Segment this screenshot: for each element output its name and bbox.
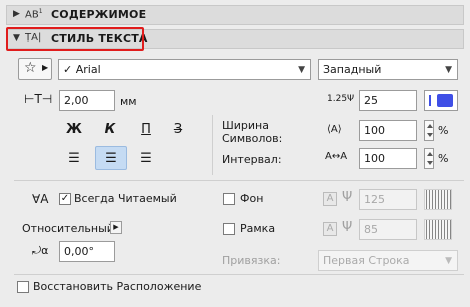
text-size-icon: ⊢T⊣ <box>24 92 53 106</box>
width-unit: % <box>438 124 449 137</box>
text-size-input[interactable]: 2,00 <box>59 90 115 111</box>
highlight-frame <box>6 27 144 51</box>
readable-icon: ∀A <box>32 192 49 206</box>
anchor-label: Привязка: <box>222 254 281 267</box>
underline-button[interactable]: П <box>133 117 159 141</box>
background-checkbox[interactable] <box>223 193 235 205</box>
pen-input[interactable]: 25 <box>359 90 417 111</box>
frame-text-icon: A <box>323 222 337 236</box>
expand-arrow-icon[interactable]: ▶ <box>13 9 20 19</box>
background-label: Фон <box>240 192 264 205</box>
frame-pen-icon: Ψ <box>342 220 353 235</box>
spacing-stepper[interactable] <box>424 148 434 169</box>
width-label-2: Символов: <box>222 132 283 145</box>
size-unit: мм <box>120 95 137 108</box>
background-pattern-button[interactable] <box>424 189 452 210</box>
width-label-1: Ширина <box>222 119 269 132</box>
rotation-icon: ⤾α <box>32 244 49 257</box>
char-spacing-icon: A↔A <box>325 151 348 162</box>
readable-checkbox[interactable]: ✓ <box>59 193 71 205</box>
spacing-label: Интервал: <box>222 153 282 166</box>
font-select[interactable]: ✓ Arial ▼ <box>58 59 311 80</box>
pen-color-button[interactable] <box>424 90 458 111</box>
align-left-icon: ☰ <box>68 150 80 166</box>
frame-pattern-button[interactable] <box>424 219 452 240</box>
pen-icon: 1.25Ψ <box>327 94 355 104</box>
separator <box>14 180 464 181</box>
width-input[interactable]: 100 <box>359 120 417 141</box>
width-stepper[interactable] <box>424 120 434 141</box>
anchor-select[interactable]: Первая Строка ▼ <box>318 250 458 271</box>
divider <box>212 115 213 175</box>
font-check-icon: ✓ <box>63 63 73 76</box>
frame-checkbox[interactable] <box>223 223 235 235</box>
align-right-icon: ☰ <box>140 150 152 166</box>
italic-button[interactable]: К <box>97 117 123 141</box>
separator <box>14 274 464 275</box>
spacing-unit: % <box>438 152 449 165</box>
script-select[interactable]: Западный ▼ <box>318 59 458 80</box>
pen-color-swatch <box>437 94 453 107</box>
align-left-button[interactable]: ☰ <box>61 146 87 170</box>
chevron-down-icon: ▼ <box>445 65 452 75</box>
anchor-value: Первая Строка <box>323 254 410 267</box>
restore-position-checkbox[interactable] <box>17 281 29 293</box>
font-name: Arial <box>75 63 101 76</box>
align-right-button[interactable]: ☰ <box>133 146 159 170</box>
align-center-button[interactable]: ☰ <box>95 146 127 170</box>
background-text-icon: A <box>323 192 337 206</box>
star-icon: ☆ <box>24 60 37 76</box>
pen-color-bar <box>429 95 431 106</box>
relative-label: Относительный <box>22 222 114 235</box>
char-width-icon: ⟨A⟩ <box>327 124 342 135</box>
chevron-down-icon: ▼ <box>298 65 305 75</box>
background-pen-input[interactable]: 125 <box>359 189 417 210</box>
restore-position-label: Восстановить Расположение <box>33 280 202 293</box>
align-center-icon: ☰ <box>105 150 117 166</box>
favorites-button[interactable]: ☆ ▶ <box>18 58 52 80</box>
contents-icon: AB1 <box>25 8 43 21</box>
angle-input[interactable]: 0,00° <box>59 241 115 262</box>
strikethrough-button[interactable]: З <box>165 117 191 141</box>
spacing-input[interactable]: 100 <box>359 148 417 169</box>
background-pen-icon: Ψ <box>342 190 353 205</box>
frame-pen-input[interactable]: 85 <box>359 219 417 240</box>
frame-label: Рамка <box>240 222 276 235</box>
play-arrow-icon: ▶ <box>113 223 119 231</box>
readable-label: Всегда Читаемый <box>74 192 177 205</box>
script-value: Западный <box>323 63 382 76</box>
dropdown-arrow-icon: ▶ <box>42 63 49 72</box>
chevron-down-icon: ▼ <box>445 256 452 266</box>
section-contents-header[interactable]: ▶ AB1 СОДЕРЖИМОЕ <box>6 5 464 25</box>
section-contents-label: СОДЕРЖИМОЕ <box>51 8 147 21</box>
relative-menu-button[interactable]: ▶ <box>110 221 122 234</box>
bold-button[interactable]: Ж <box>61 117 87 141</box>
